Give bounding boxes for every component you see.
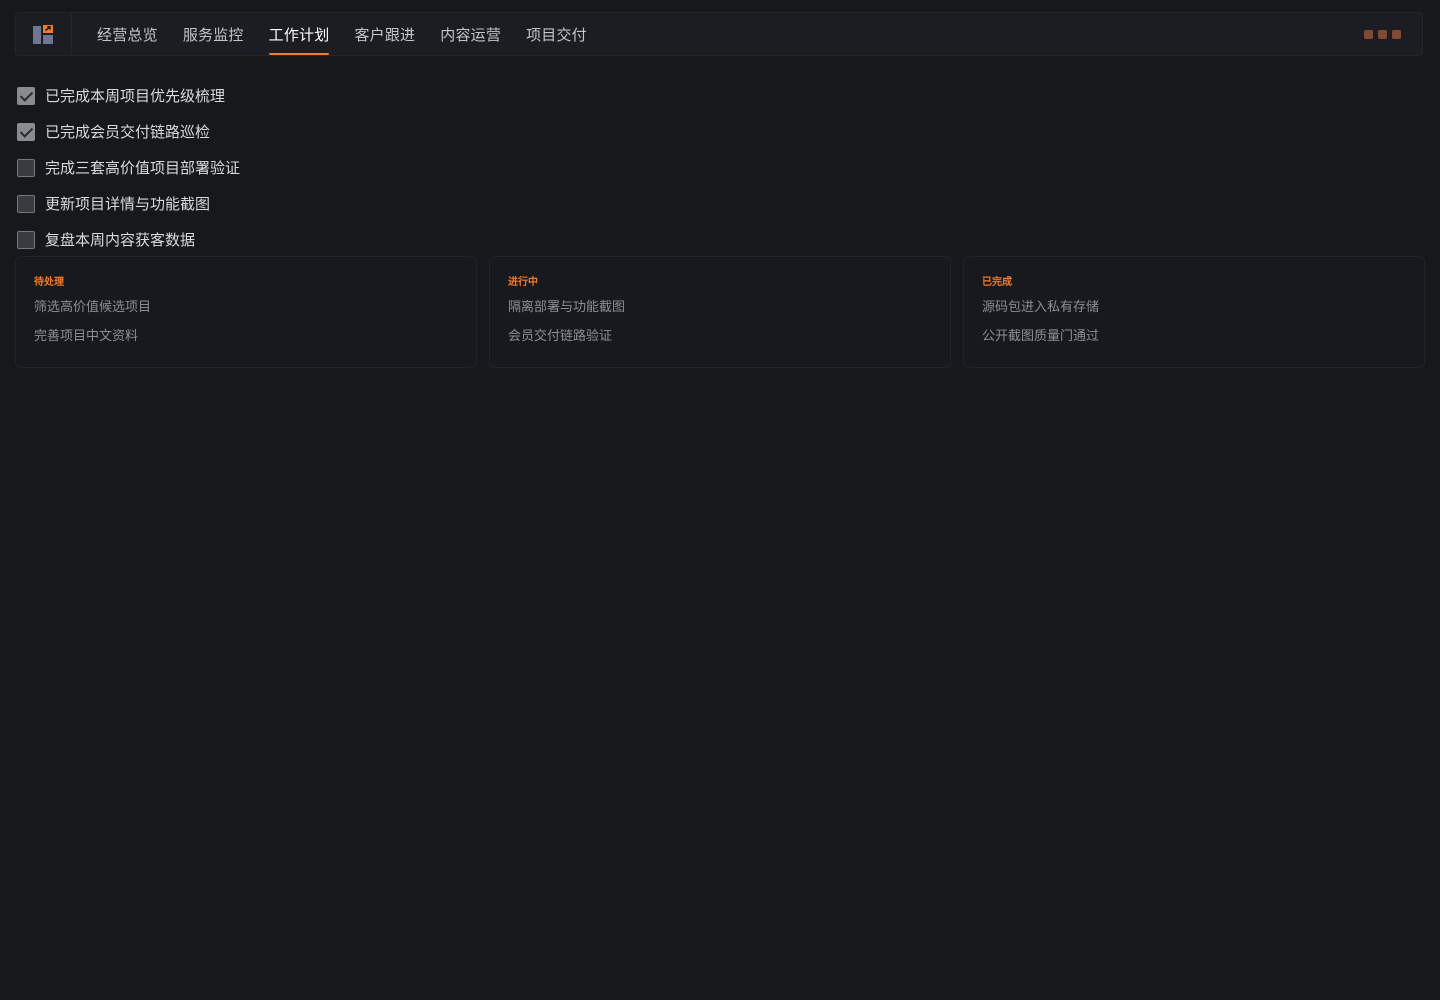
- unchecked-checkbox[interactable]: [17, 159, 35, 177]
- tab-label: 服务监控: [182, 25, 244, 44]
- window-controls: [1364, 30, 1401, 39]
- tab-label: 内容运营: [440, 25, 502, 44]
- unchecked-checkbox[interactable]: [17, 195, 35, 213]
- tab-label: 客户跟进: [354, 25, 416, 44]
- tab-customer-follow-up[interactable]: 客户跟进: [354, 13, 415, 55]
- board-item[interactable]: 源码包进入私有存储: [982, 293, 1406, 322]
- tab-work-plan[interactable]: 工作计划: [268, 13, 330, 55]
- board-item[interactable]: 会员交付链路验证: [508, 322, 932, 351]
- main-tabs: 经营总览 服务监控 工作计划 客户跟进 内容运营 项目交付: [97, 13, 612, 55]
- board-completed: 已完成 源码包进入私有存储 公开截图质量门通过: [963, 256, 1425, 368]
- board-title: 已完成: [982, 277, 1012, 288]
- tab-label: 经营总览: [97, 25, 158, 44]
- tab-label: 工作计划: [268, 25, 330, 44]
- board-in-progress: 进行中 隔离部署与功能截图 会员交付链路验证: [489, 256, 951, 368]
- tab-service-monitoring[interactable]: 服务监控: [183, 13, 244, 55]
- todo-label: 完成三套高价值项目部署验证: [45, 159, 241, 177]
- board-title: 进行中: [508, 277, 538, 288]
- board-title: 待处理: [34, 277, 64, 288]
- todo-label: 已完成会员交付链路巡检: [45, 123, 211, 141]
- todo-label: 更新项目详情与功能截图: [45, 195, 211, 213]
- tab-label: 项目交付: [526, 25, 587, 44]
- todo-list: 已完成本周项目优先级梳理 已完成会员交付链路巡检 完成三套高价值项目部署验证 更…: [17, 86, 617, 266]
- logo-area[interactable]: [16, 13, 72, 55]
- todo-item-update-screenshots[interactable]: 更新项目详情与功能截图: [17, 194, 617, 230]
- kanban-logo-icon[interactable]: [33, 25, 55, 45]
- tab-content-operations[interactable]: 内容运营: [440, 13, 501, 55]
- todo-item-deployment-validation[interactable]: 完成三套高价值项目部署验证: [17, 158, 617, 194]
- board-item[interactable]: 公开截图质量门通过: [982, 322, 1406, 351]
- status-boards: 待处理 筛选高价值候选项目 完善项目中文资料 进行中 隔离部署与功能截图 会员交…: [15, 256, 1425, 368]
- checked-checkbox[interactable]: [17, 87, 35, 105]
- board-item[interactable]: 隔离部署与功能截图: [508, 293, 932, 322]
- board-pending: 待处理 筛选高价值候选项目 完善项目中文资料: [15, 256, 477, 368]
- board-item[interactable]: 完善项目中文资料: [34, 322, 458, 351]
- todo-label: 复盘本周内容获客数据: [45, 231, 196, 249]
- board-item[interactable]: 筛选高价值候选项目: [34, 293, 458, 322]
- top-navigation: 经营总览 服务监控 工作计划 客户跟进 内容运营 项目交付: [15, 12, 1423, 56]
- tab-project-delivery[interactable]: 项目交付: [526, 13, 587, 55]
- todo-item-priority-review[interactable]: 已完成本周项目优先级梳理: [17, 86, 617, 122]
- window-control-icon[interactable]: [1378, 30, 1387, 39]
- tab-business-overview[interactable]: 经营总览: [97, 13, 158, 55]
- unchecked-checkbox[interactable]: [17, 231, 35, 249]
- todo-item-member-delivery-check[interactable]: 已完成会员交付链路巡检: [17, 122, 617, 158]
- window-control-icon[interactable]: [1392, 30, 1401, 39]
- window-control-icon[interactable]: [1364, 30, 1373, 39]
- todo-label: 已完成本周项目优先级梳理: [45, 87, 226, 105]
- checked-checkbox[interactable]: [17, 123, 35, 141]
